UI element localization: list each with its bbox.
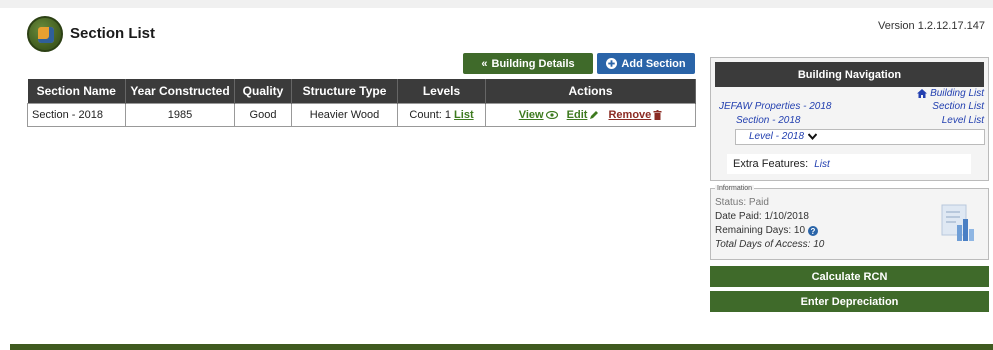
home-icon [917, 89, 928, 98]
level-dropdown-box: Level - 2018 [735, 129, 985, 145]
level-list-link[interactable]: Level List [942, 115, 984, 126]
remove-link[interactable]: Remove [608, 109, 662, 121]
table-header-row: Section Name Year Constructed Quality St… [27, 79, 696, 103]
level-dropdown[interactable]: Level - 2018 [749, 131, 818, 142]
building-details-button[interactable]: « Building Details [463, 53, 593, 74]
section-link[interactable]: Section - 2018 [736, 115, 801, 126]
remove-label: Remove [608, 108, 652, 121]
report-chart-icon [941, 204, 974, 241]
property-link[interactable]: JEFAW Properties - 2018 [719, 101, 831, 112]
information-legend: Information [715, 185, 755, 192]
extra-features-label: Extra Features: [733, 158, 809, 170]
view-link[interactable]: View [519, 109, 558, 121]
top-strip [0, 0, 993, 8]
remaining-days-text: Remaining Days: 10 [715, 225, 806, 236]
cube-icon [38, 27, 54, 43]
building-list-link[interactable]: Building List [917, 88, 984, 99]
structure-type-cell: Heavier Wood [291, 102, 398, 127]
table-row: Section - 2018 1985 Good Heavier Wood Co… [27, 102, 696, 127]
quality-cell: Good [234, 102, 292, 127]
enter-depreciation-button[interactable]: Enter Depreciation [710, 291, 989, 312]
levels-list-link[interactable]: List [454, 109, 474, 121]
building-navigation-header: Building Navigation [715, 62, 984, 87]
total-days-text: Total Days of Access: 10 [715, 239, 825, 250]
extra-features-list-link[interactable]: List [814, 159, 830, 170]
eye-icon [545, 110, 558, 119]
column-header: Actions [485, 79, 696, 103]
calculate-rcn-button[interactable]: Calculate RCN [710, 266, 989, 287]
footer-bar [10, 344, 993, 350]
column-header: Quality [234, 79, 292, 103]
view-label: View [518, 108, 544, 121]
add-section-label: Add Section [621, 57, 686, 70]
edit-link[interactable]: Edit [567, 109, 600, 121]
pencil-icon [590, 110, 599, 119]
information-panel: Information Status: Paid Date Paid: 1/10… [710, 185, 989, 260]
column-header: Year Constructed [125, 79, 235, 103]
version-label: Version 1.2.12.17.147 [877, 20, 985, 32]
help-circle-icon[interactable]: ? [808, 225, 819, 236]
edit-label: Edit [566, 108, 588, 121]
add-section-button[interactable]: Add Section [597, 53, 695, 74]
section-list-link[interactable]: Section List [932, 101, 984, 112]
actions-cell: View Edit Remove [485, 102, 696, 127]
levels-cell: Count: 1 List [397, 102, 486, 127]
remaining-days-row: Remaining Days: 10 ? [715, 225, 819, 236]
trash-icon [653, 109, 662, 120]
levels-count: Count: 1 [409, 108, 451, 121]
building-list-label: Building List [930, 88, 984, 99]
level-label: Level - 2018 [749, 131, 805, 142]
date-paid-text: Date Paid: 1/10/2018 [715, 211, 809, 222]
app-logo-icon [27, 16, 63, 52]
building-navigation-panel: Building Navigation Building List JEFAW … [710, 57, 989, 181]
page-title: Section List [70, 25, 156, 42]
double-chevron-left-icon: « [481, 57, 488, 70]
building-details-label: Building Details [491, 57, 575, 70]
plus-circle-icon [606, 58, 618, 69]
column-header: Levels [397, 79, 486, 103]
year-cell: 1985 [125, 102, 235, 127]
chevron-down-icon [808, 133, 818, 140]
extra-features-row: Extra Features: List [727, 154, 971, 174]
section-table: Section Name Year Constructed Quality St… [27, 79, 696, 127]
svg-text:?: ? [811, 227, 816, 236]
status-text: Status: Paid [715, 197, 769, 208]
section-name-cell: Section - 2018 [27, 102, 126, 127]
column-header: Section Name [27, 79, 126, 103]
column-header: Structure Type [291, 79, 398, 103]
